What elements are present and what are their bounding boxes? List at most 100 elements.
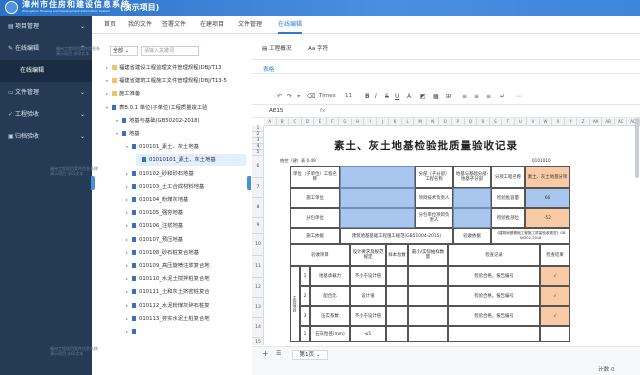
tree-node[interactable]: ▾ 福建省建筑工程施工文件管理规程(DBJ/T13-5 [106,75,227,87]
item-record[interactable]: 检验合格，报告编号 [448,266,540,286]
tree-node[interactable]: ▾ 010101_素土、灰土地基 [126,141,199,153]
tree-node[interactable]: ▸ 010103_土工合成材料地基 [126,181,204,193]
sheet-tab-1[interactable]: 第1页 ⌄ [292,350,328,360]
column-header[interactable]: O [439,118,452,126]
cell-reference[interactable]: AE15 [269,108,283,114]
row-header[interactable]: 6 [252,156,264,178]
row-header[interactable]: 14 [252,318,264,338]
align-left-icon[interactable]: ≡ [462,93,467,100]
tree-node[interactable]: ▸ 010109_高压旋喷注浆复合地 [126,260,210,272]
clear-format-icon[interactable]: ⌫ [307,93,315,100]
format-painter-icon[interactable]: ⌖ [297,93,300,101]
row-header[interactable]: 15 [252,338,264,345]
tree-node[interactable]: ▸ 010110_水泥土搅拌桩复合地 [126,273,210,285]
nav-sign-files[interactable]: 签署文件 [162,16,186,34]
column-header[interactable]: W [540,118,553,126]
sidebar-subitem-online-edit[interactable]: 在线编辑 [0,60,92,82]
column-header[interactable]: Y [565,118,578,126]
font-color-icon[interactable]: A [407,93,411,100]
tree-node[interactable]: ▸ 010104_粉煤灰地基 [126,194,188,206]
column-header[interactable]: C [289,118,302,126]
sheet-menu-icon[interactable]: ☰ [276,350,281,357]
more-icon[interactable]: ⋯ [516,93,522,100]
column-header[interactable]: D [302,118,315,126]
tree-node[interactable]: ▾ 地基 [116,128,140,140]
align-right-icon[interactable]: ≡ [486,93,491,100]
value-batch-capacity[interactable]: 66 [525,188,570,208]
row-header[interactable]: 13 [252,298,264,318]
sidebar-item-project-manage[interactable]: ▤项目管理 ⌄ [0,16,92,38]
row-header[interactable]: 10 [252,234,264,256]
column-header[interactable]: N [427,118,440,126]
sidebar-collapse-handle[interactable] [91,176,95,190]
tree-node[interactable]: ▸ 010107_预压地基 [126,234,183,246]
tree-node[interactable]: ▸ 010111_土和灰土挤密桩复合 [126,286,210,298]
spreadsheet-grid[interactable]: A B C D E F G H I J K L M N O P Q R S T U V W X Y Z AA AB AC AD 12345… [252,118,640,345]
row-header[interactable]: 8 [252,198,264,218]
vertical-scrollbar[interactable] [635,118,639,178]
row-header[interactable]: 12 [252,278,264,298]
nav-home[interactable]: 首页 [104,16,116,34]
column-header[interactable]: X [552,118,565,126]
item-record[interactable]: 检验合格，报告编号 [448,286,540,306]
tree-node[interactable]: ▸ 010112_水泥粉煤灰碎石桩复 [126,300,210,312]
column-header[interactable]: Q [465,118,478,126]
wrap-text-icon[interactable]: ↵ [500,93,505,100]
column-header[interactable]: S [490,118,503,126]
redo-icon[interactable]: ↷ [287,93,292,100]
row-header[interactable]: 7 [252,178,264,198]
column-header[interactable]: T [502,118,515,126]
tree-node[interactable]: ▸ 施工准备 [106,88,140,100]
item-result[interactable]: √ [540,306,570,326]
tree-node[interactable]: ▾ 地基与基础(GB50202-2018) [116,115,200,127]
column-header[interactable]: U [515,118,528,126]
item-record[interactable]: 检验合格，报告编号 [448,306,540,326]
item-result[interactable]: √ [540,266,570,286]
tree-node[interactable]: ▸ 010105_强夯地基 [126,207,183,219]
italic-icon[interactable]: I [375,93,377,100]
input-contractor[interactable] [340,188,415,208]
row-header[interactable]: 11 [252,256,264,278]
column-header[interactable]: R [477,118,490,126]
column-header[interactable]: V [527,118,540,126]
sidebar-item-file-manage[interactable]: ▭文件管理 ⌄ [0,82,92,104]
strikethrough-icon[interactable]: S [385,93,389,100]
item-result[interactable] [540,326,570,342]
tree-node[interactable]: ▸ 010108_砂石桩复合地基 [126,247,199,259]
add-sheet-button[interactable]: + [262,349,269,358]
filter-select[interactable]: 全部 ⌄ [110,46,138,56]
tab-sheet[interactable]: 表格 [263,65,274,73]
value-batch-location[interactable]: -52 [525,208,570,228]
bold-icon[interactable]: B [365,93,370,100]
tree-node[interactable]: ▸ 010106_注浆地基 [126,220,183,232]
align-center-icon[interactable]: ≡ [474,93,479,100]
column-header[interactable]: M [414,118,427,126]
input-tech-lead[interactable] [453,188,491,208]
tree-node[interactable]: ▾ 表B.0.1 单位(子单位)工程质量竣工验 [106,102,207,114]
nav-projects[interactable]: 在建项目 [200,16,224,34]
font-select[interactable]: Times [319,93,336,99]
item-result[interactable]: √ [540,286,570,306]
tree-collapse-handle[interactable] [247,176,251,190]
input-subcontractor[interactable] [340,208,415,228]
column-header[interactable]: AB [602,118,615,126]
column-header[interactable]: H [352,118,365,126]
column-header[interactable]: Z [577,118,590,126]
tree-node[interactable]: ▸ [126,326,139,338]
border-icon[interactable]: ▦ [433,93,439,100]
column-header[interactable]: F [327,118,340,126]
column-header[interactable]: G [339,118,352,126]
merge-icon[interactable]: ⊞ [446,93,451,100]
nav-my-files[interactable]: 我的文件 [128,16,152,34]
row-header[interactable]: 9 [252,218,264,234]
column-header[interactable]: E [314,118,327,126]
undo-icon[interactable]: ↶ [277,93,282,100]
item-record[interactable] [448,326,540,342]
tree-node[interactable]: ▸ 010113_夯实水泥土桩复合地 [126,313,210,325]
tab-font[interactable]: Aa 字符 [308,44,328,52]
tab-project-overview[interactable]: ▤ 工程概况 [262,44,291,52]
tree-node[interactable]: 01010101_素土、灰土地基 [136,154,246,167]
sidebar-item-acceptance[interactable]: ✓ 工程验收 ⌄ [0,104,92,126]
underline-icon[interactable]: U [395,93,399,100]
column-header[interactable]: I [364,118,377,126]
